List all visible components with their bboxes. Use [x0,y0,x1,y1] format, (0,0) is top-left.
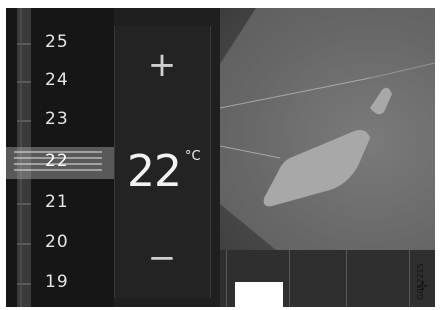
seat-illustration-background [219,8,435,250]
seat-display-area [219,8,435,307]
scale-row-24[interactable]: 24 [6,66,114,98]
scale-label: 25 [45,32,69,52]
seat-icon [219,8,435,250]
lower-button-row [220,250,435,307]
scale-tick [17,243,31,245]
lower-cell[interactable] [346,250,409,307]
scale-row-21[interactable]: 21 [6,188,114,220]
decrease-temperature-button[interactable]: − [147,241,177,275]
figure-frame: 25 24 23 22 21 20 19 + 22 °C − G052215 ✣ [0,0,442,310]
fan-icon: ✣ [418,280,428,293]
scale-tick [17,43,31,45]
scale-row-25[interactable]: 25 [6,28,114,60]
temperature-control-panel: + 22 °C − [114,26,211,298]
scale-label: 20 [45,232,69,252]
scale-row-22-selected[interactable]: 22 [6,147,114,179]
scale-row-19[interactable]: 19 [6,268,114,300]
scale-label: 24 [45,70,69,90]
scale-label: 23 [45,109,69,129]
increase-temperature-button[interactable]: + [147,48,177,82]
lower-cell[interactable] [289,250,346,307]
scale-tick [17,81,31,83]
scale-tick [17,203,31,205]
climate-display: 25 24 23 22 21 20 19 + 22 °C − [6,8,435,307]
scale-tick [17,283,31,285]
scale-row-20[interactable]: 20 [6,228,114,260]
temperature-unit: °C [185,149,201,164]
scale-row-23[interactable]: 23 [6,105,114,137]
temperature-value: 22 [127,146,182,197]
scale-label: 22 [45,151,69,171]
scale-label: 19 [45,272,69,292]
highlight-block [235,282,283,307]
temperature-scale[interactable]: 25 24 23 22 21 20 19 [6,8,114,307]
scale-tick [17,120,31,122]
scale-label: 21 [45,192,69,212]
